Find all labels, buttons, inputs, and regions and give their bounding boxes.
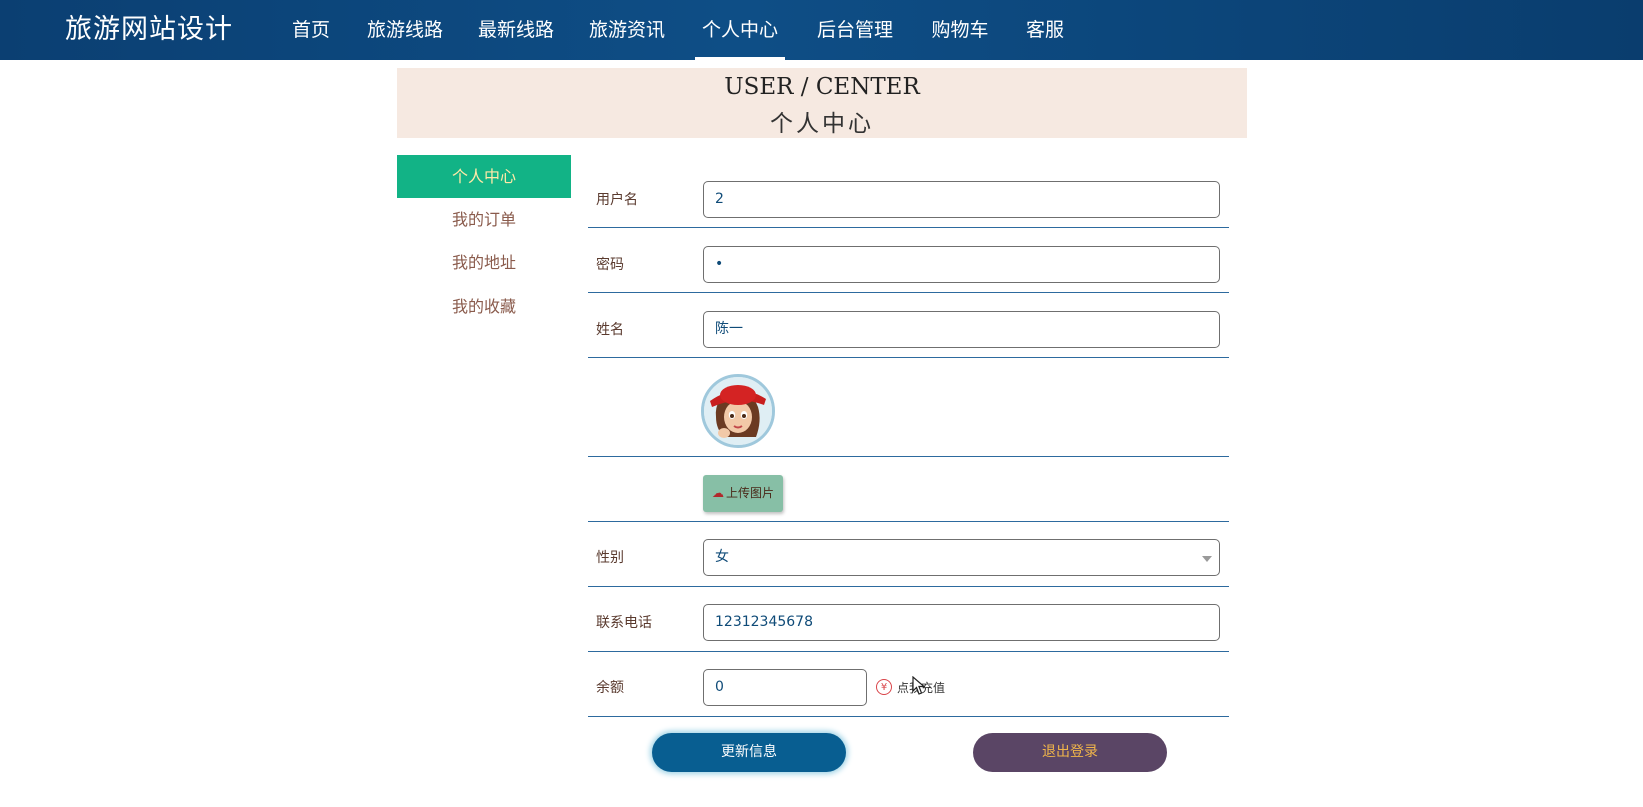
row-divider — [588, 357, 1229, 358]
username-label: 用户名 — [596, 192, 638, 208]
password-label: 密码 — [596, 257, 624, 273]
sidebar-item-user-center[interactable]: 个人中心 — [397, 155, 571, 198]
nav-latest-routes[interactable]: 最新线路 — [477, 0, 555, 60]
banner-title-en: USER / CENTER — [724, 74, 920, 100]
top-navbar: 旅游网站设计 首页 旅游线路 最新线路 旅游资讯 个人中心 后台管理 购物车 客… — [0, 0, 1643, 60]
balance-input[interactable]: 0 — [703, 669, 867, 706]
nav-admin[interactable]: 后台管理 — [815, 0, 895, 60]
username-input[interactable]: 2 — [703, 181, 1220, 218]
gender-label: 性别 — [596, 550, 624, 566]
row-divider — [588, 292, 1229, 293]
balance-label: 余额 — [596, 680, 624, 696]
site-brand[interactable]: 旅游网站设计 — [65, 0, 233, 60]
chevron-down-icon — [1202, 556, 1212, 562]
mouse-cursor-icon — [912, 676, 926, 695]
upload-image-button[interactable]: ☁ 上传图片 — [703, 475, 783, 512]
phone-input[interactable]: 12312345678 — [703, 604, 1220, 641]
banner-title-cn: 个人中心 — [770, 111, 874, 137]
update-info-button[interactable]: 更新信息 — [652, 733, 846, 772]
nav-cart[interactable]: 购物车 — [929, 0, 991, 60]
avatar — [701, 374, 775, 448]
nav-user-center[interactable]: 个人中心 — [695, 0, 785, 60]
phone-label: 联系电话 — [596, 615, 652, 631]
gender-select[interactable]: 女 — [703, 539, 1220, 576]
password-input[interactable]: • — [703, 246, 1220, 283]
nav-home[interactable]: 首页 — [290, 0, 332, 60]
sidebar-item-address[interactable]: 我的地址 — [397, 241, 571, 284]
nav-travel-routes[interactable]: 旅游线路 — [366, 0, 444, 60]
name-label: 姓名 — [596, 322, 624, 338]
sidebar-item-orders[interactable]: 我的订单 — [397, 198, 571, 241]
row-divider — [588, 716, 1229, 717]
logout-button[interactable]: 退出登录 — [973, 733, 1167, 772]
cloud-upload-icon: ☁ — [711, 486, 724, 500]
row-divider — [588, 651, 1229, 652]
nav-service[interactable]: 客服 — [1024, 0, 1066, 60]
sidebar-item-favorites[interactable]: 我的收藏 — [397, 285, 571, 328]
avatar-illustration — [704, 377, 772, 445]
row-divider — [588, 586, 1229, 587]
row-divider — [588, 521, 1229, 522]
row-divider — [588, 456, 1229, 457]
upload-button-label: 上传图片 — [725, 486, 774, 500]
row-divider — [588, 227, 1229, 228]
yuan-coin-icon[interactable]: ¥ — [876, 679, 892, 695]
page-banner: USER / CENTER 个人中心 — [397, 68, 1247, 138]
nav-travel-news[interactable]: 旅游资讯 — [588, 0, 666, 60]
name-input[interactable]: 陈一 — [703, 311, 1220, 348]
